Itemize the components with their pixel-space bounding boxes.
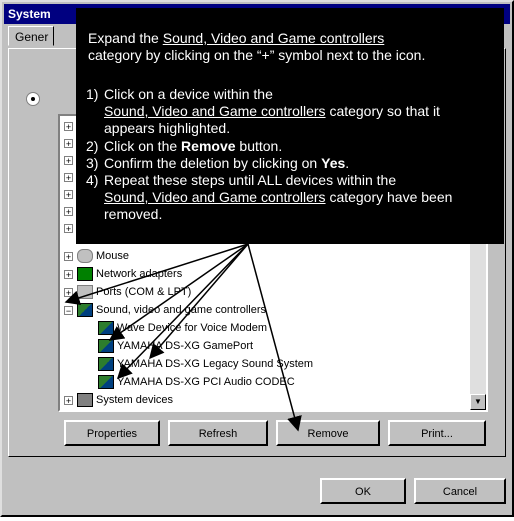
expand-icon[interactable]: + [64,189,73,199]
mouse-icon [77,249,93,264]
tree-item-label: Mouse [96,250,130,262]
step-1: 1) Click on a device within the Sound, V… [86,86,494,137]
step-text: Click on a device within the [104,86,273,102]
expand-icon[interactable]: + [64,287,73,297]
cancel-button[interactable]: Cancel [414,478,506,504]
tree-row-device[interactable]: YAMAHA DS-XG PCI Audio CODEC [98,374,295,391]
tree-item-label: Network adapters [96,268,183,280]
expand-icon[interactable]: + [64,121,73,131]
intro-text-2: category by clicking on the “+” symbol n… [88,47,426,63]
step-link: Sound, Video and Game controllers [104,103,326,119]
device-icon [98,321,114,336]
callout-intro: Expand the Sound, Video and Game control… [88,30,498,64]
window-title: System [8,7,51,21]
tree-row-mouse[interactable]: + Mouse [64,248,129,265]
expand-icon[interactable]: + [64,223,73,233]
step-3: 3) Confirm the deletion by clicking on Y… [86,155,494,172]
sound-icon [77,303,93,318]
expand-icon[interactable]: + [64,155,73,165]
view-by-type-radio[interactable] [26,92,40,106]
step-text: button. [239,138,283,154]
step-number: 2) [86,138,99,154]
ok-button[interactable]: OK [320,478,406,504]
step-text: Click on the [104,138,178,154]
device-icon [98,357,114,372]
tree-item-label: Sound, video and game controllers [96,304,266,316]
expand-icon[interactable]: + [64,395,73,405]
tree-row-sound[interactable]: − Sound, video and game controllers [64,302,266,319]
expand-icon[interactable]: + [64,251,73,261]
expand-icon[interactable]: + [64,206,73,216]
tree-row-device[interactable]: Wave Device for Voice Modem [98,320,267,337]
print-button[interactable]: Print... [388,420,486,446]
expand-icon[interactable]: + [64,269,73,279]
step-bold: Yes [321,155,346,171]
intro-link: Sound, Video and Game controllers [162,30,385,46]
device-icon [98,339,114,354]
step-number: 3) [86,155,99,171]
remove-button[interactable]: Remove [276,420,380,446]
tree-row-system[interactable]: + System devices [64,392,173,409]
tree-row-device[interactable]: YAMAHA DS-XG GamePort [98,338,253,355]
expand-icon[interactable]: + [64,172,73,182]
tree-item-label: YAMAHA DS-XG PCI Audio CODEC [117,376,295,388]
step-text: Repeat these steps until ALL devices wit… [104,172,397,188]
expand-icon[interactable]: + [64,138,73,148]
refresh-button[interactable]: Refresh [168,420,268,446]
device-icon [98,375,114,390]
tree-row-ports[interactable]: + Ports (COM & LPT) [64,284,191,301]
step-2: 2) Click on the Remove button. [86,138,494,155]
instruction-callout: Expand the Sound, Video and Game control… [76,8,504,244]
tree-row-network[interactable]: + Network adapters [64,266,182,283]
step-bold: Remove [181,138,236,154]
tree-item-label: Ports (COM & LPT) [96,286,192,298]
port-icon [77,285,93,300]
tree-item-label: YAMAHA DS-XG GamePort [117,340,254,352]
tree-item-label: System devices [96,394,174,406]
tree-item-label: YAMAHA DS-XG Legacy Sound System [117,358,314,370]
step-link: Sound, Video and Game controllers [104,189,326,205]
intro-text-1: Expand the [88,30,159,46]
tree-row-device[interactable]: YAMAHA DS-XG Legacy Sound System [98,356,313,373]
step-number: 1) [86,86,99,102]
step-text: Confirm the deletion by clicking on [104,155,318,171]
properties-button[interactable]: Properties [64,420,160,446]
tab-general[interactable]: Gener [8,26,54,46]
step-number: 4) [86,172,99,188]
step-4: 4) Repeat these steps until ALL devices … [86,172,494,223]
collapse-icon[interactable]: − [64,305,73,315]
computer-icon [77,393,93,408]
step-text: . [345,155,350,171]
tree-item-label: Wave Device for Voice Modem [117,322,267,334]
tab-general-label: Gener [15,30,49,44]
scroll-down-icon[interactable]: ▼ [470,394,486,410]
network-icon [77,267,93,282]
